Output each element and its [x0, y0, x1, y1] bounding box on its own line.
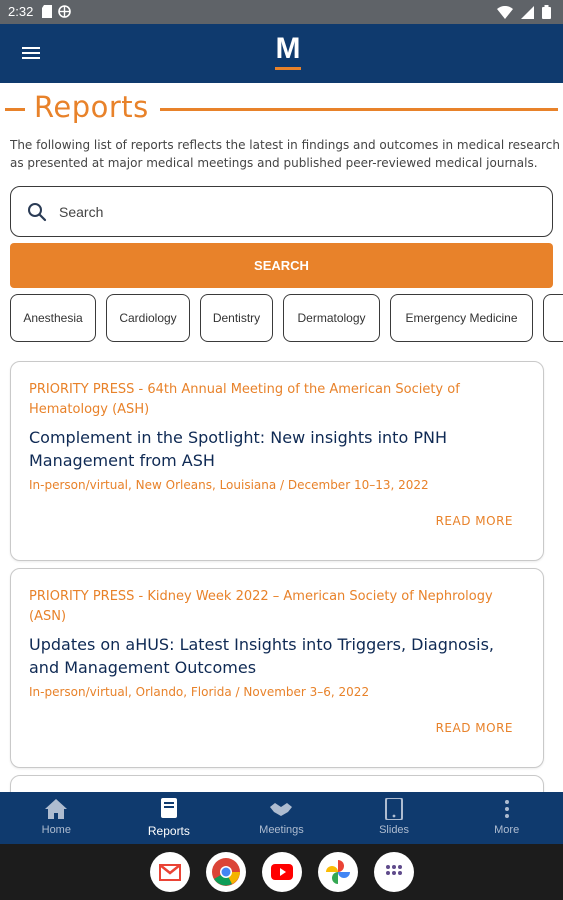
chip-emergency-medicine[interactable]: Emergency Medicine	[390, 294, 533, 342]
report-headline[interactable]: Updates on aHUS: Latest Insights into Tr…	[29, 633, 529, 679]
report-source: PRIORITY PRESS - 64th Annual Meeting of …	[29, 382, 460, 417]
header-rule-right	[160, 108, 558, 111]
chip-next[interactable]	[543, 294, 563, 342]
tablet-icon	[385, 798, 404, 820]
system-dock	[0, 844, 563, 900]
search-input[interactable]	[59, 200, 539, 224]
search-box[interactable]	[10, 186, 553, 237]
read-more-link[interactable]: READ MORE	[436, 721, 513, 735]
report-meta: In-person/virtual, Orlando, Florida / No…	[29, 685, 370, 699]
nav-label: Home	[41, 824, 71, 836]
nav-home[interactable]: Home	[0, 792, 113, 844]
read-more-link[interactable]: READ MORE	[436, 514, 513, 528]
report-headline[interactable]: Complement in the Spotlight: New insight…	[29, 426, 529, 472]
nav-more[interactable]: More	[450, 792, 563, 844]
vpn-globe-icon	[58, 5, 71, 18]
app-logo: M	[272, 34, 304, 72]
app-drawer-icon[interactable]	[374, 852, 414, 892]
more-vert-icon	[504, 800, 509, 818]
nav-slides[interactable]: Slides	[338, 792, 451, 844]
photos-icon[interactable]	[318, 852, 358, 892]
intro-line: The following list of reports reflects t…	[10, 138, 560, 152]
book-icon	[160, 798, 177, 818]
report-meta: In-person/virtual, New Orleans, Louisian…	[29, 478, 429, 492]
intro-line: as presented at major medical meetings a…	[10, 156, 538, 170]
signal-icon	[521, 5, 534, 19]
home-icon	[45, 799, 68, 819]
nav-label: Slides	[379, 824, 410, 836]
report-source: PRIORITY PRESS - Kidney Week 2022 – Amer…	[29, 589, 493, 624]
nav-label: More	[494, 824, 520, 836]
battery-icon	[542, 5, 551, 19]
bottom-nav: Home Reports Meetings Slides More	[0, 792, 563, 844]
nav-reports[interactable]: Reports	[113, 792, 226, 844]
gmail-icon[interactable]	[150, 852, 190, 892]
wifi-icon	[497, 5, 513, 19]
intro-text: The following list of reports reflects t…	[10, 136, 562, 172]
nav-label: Meetings	[259, 824, 304, 836]
chip-dermatology[interactable]: Dermatology	[283, 294, 380, 342]
app-bar: M	[0, 24, 563, 83]
chip-dentistry[interactable]: Dentistry	[200, 294, 273, 342]
status-bar: 2:32	[0, 0, 563, 24]
youtube-icon[interactable]	[262, 852, 302, 892]
chip-cardiology[interactable]: Cardiology	[106, 294, 190, 342]
category-chips: Anesthesia Cardiology Dentistry Dermatol…	[10, 294, 563, 344]
report-card[interactable]: PRIORITY PRESS - Kidney Week 2022 – Amer…	[10, 568, 544, 768]
status-time: 2:32	[8, 4, 34, 19]
menu-icon[interactable]	[22, 44, 46, 64]
header-rule-left	[5, 108, 25, 111]
nav-meetings[interactable]: Meetings	[225, 792, 338, 844]
chrome-icon[interactable]	[206, 852, 246, 892]
search-icon	[28, 203, 47, 222]
page-title: Reports	[34, 90, 149, 124]
nav-label: Reports	[147, 824, 190, 838]
search-button[interactable]: SEARCH	[10, 243, 553, 288]
logo-letter: M	[275, 32, 301, 65]
page-header: Reports	[0, 90, 563, 128]
report-card[interactable]: PRIORITY PRESS - 64th Annual Meeting of …	[10, 361, 544, 561]
handshake-icon	[270, 803, 293, 816]
sd-card-icon	[42, 5, 52, 18]
chip-anesthesia[interactable]: Anesthesia	[10, 294, 96, 342]
